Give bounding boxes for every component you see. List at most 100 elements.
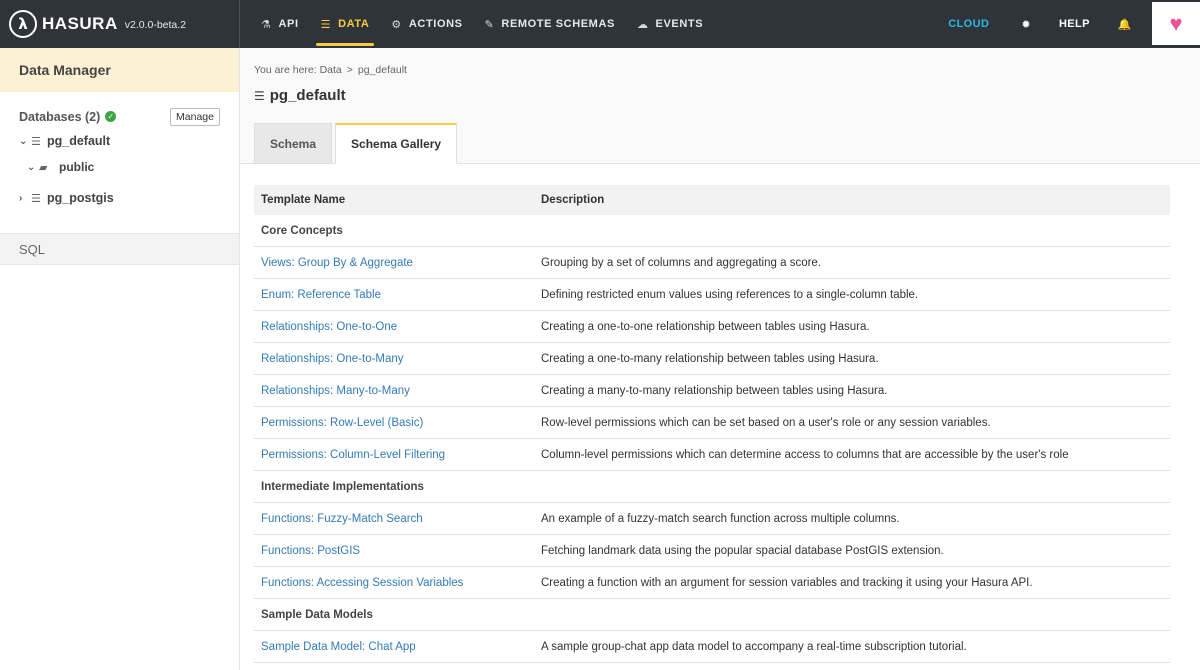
settings-gear-icon[interactable]: ✹ bbox=[1007, 0, 1045, 48]
template-description: Fetching landmark data using the popular… bbox=[541, 544, 944, 557]
column-header-description: Description bbox=[541, 194, 605, 206]
schema-gallery-table: Template Name Description Core Concepts … bbox=[254, 185, 1170, 663]
main-nav: ⚗ API ☰ DATA ⚙ ACTIONS ✎ REMOTE SCHEMAS … bbox=[240, 0, 714, 48]
table-row: Functions: PostGIS Fetching landmark dat… bbox=[254, 535, 1170, 567]
group-header: Sample Data Models bbox=[254, 599, 1170, 631]
template-description: Creating a many-to-many relationship bet… bbox=[541, 384, 888, 397]
sidebar-item-label: public bbox=[59, 160, 95, 174]
nav-actions-label: ACTIONS bbox=[408, 18, 463, 30]
database-icon: ☰ bbox=[31, 192, 41, 205]
breadcrumb-data-link[interactable]: You are here: Data bbox=[254, 64, 342, 76]
nav-api-label: API bbox=[278, 18, 299, 30]
table-row: Relationships: One-to-One Creating a one… bbox=[254, 311, 1170, 343]
check-circle-icon: ✓ bbox=[105, 111, 117, 122]
flask-icon: ⚗ bbox=[261, 18, 272, 31]
top-navbar: λ HASURA v2.0.0-beta.2 ⚗ API ☰ DATA ⚙ AC… bbox=[0, 0, 1200, 48]
breadcrumb: You are here: Data > pg_default bbox=[254, 64, 407, 76]
sidebar-item-sql[interactable]: SQL bbox=[0, 233, 239, 265]
template-link[interactable]: Permissions: Row-Level (Basic) bbox=[254, 417, 541, 429]
breadcrumb-current: pg_default bbox=[357, 64, 407, 76]
template-link[interactable]: Relationships: Many-to-Many bbox=[254, 385, 541, 397]
template-description: A sample group-chat app data model to ac… bbox=[541, 640, 967, 653]
version-label: v2.0.0-beta.2 bbox=[124, 19, 187, 31]
template-link[interactable]: Sample Data Model: Chat App bbox=[254, 641, 541, 653]
nav-events-label: EVENTS bbox=[655, 18, 704, 30]
group-title: Intermediate Implementations bbox=[261, 480, 424, 493]
template-link[interactable]: Functions: Accessing Session Variables bbox=[254, 577, 541, 589]
template-link[interactable]: Enum: Reference Table bbox=[254, 289, 541, 301]
sidebar-item-label: pg_postgis bbox=[47, 191, 114, 205]
database-icon: ☰ bbox=[320, 18, 332, 31]
table-row: Permissions: Row-Level (Basic) Row-level… bbox=[254, 407, 1170, 439]
template-link[interactable]: Relationships: One-to-One bbox=[254, 321, 541, 333]
template-link[interactable]: Functions: PostGIS bbox=[254, 545, 541, 557]
sidebar-item-pg-default[interactable]: ⌄ ☰ pg_default bbox=[0, 128, 239, 154]
tab-schema[interactable]: Schema bbox=[254, 123, 333, 164]
database-icon: ☰ bbox=[31, 135, 41, 148]
table-header: Template Name Description bbox=[254, 185, 1170, 215]
cloud-icon: ☁ bbox=[636, 18, 649, 31]
database-icon: ☰ bbox=[254, 88, 265, 103]
sidebar-item-public[interactable]: ⌄ ▰ public bbox=[0, 154, 239, 180]
page-title-text: pg_default bbox=[269, 87, 346, 104]
nav-remote-schemas-label: REMOTE SCHEMAS bbox=[501, 18, 615, 30]
chevron-down-icon: ⌄ bbox=[19, 135, 28, 147]
group-title: Core Concepts bbox=[261, 224, 343, 237]
nav-data-label: DATA bbox=[338, 18, 370, 30]
nav-actions[interactable]: ⚙ ACTIONS bbox=[380, 0, 473, 48]
template-description: Grouping by a set of columns and aggrega… bbox=[541, 256, 822, 269]
profile-button[interactable]: ♥ bbox=[1152, 2, 1200, 45]
table-row: Views: Group By & Aggregate Grouping by … bbox=[254, 247, 1170, 279]
table-row: Enum: Reference Table Defining restricte… bbox=[254, 279, 1170, 311]
template-link[interactable]: Permissions: Column-Level Filtering bbox=[254, 449, 541, 461]
tab-schema-gallery[interactable]: Schema Gallery bbox=[335, 123, 458, 164]
template-link[interactable]: Functions: Fuzzy-Match Search bbox=[254, 513, 541, 525]
chevron-right-icon: › bbox=[19, 192, 23, 204]
nav-right: CLOUD ✹ HELP 🔔 ♥ bbox=[934, 0, 1200, 48]
nav-events[interactable]: ☁ EVENTS bbox=[626, 0, 714, 48]
brand-name: HASURA bbox=[42, 14, 118, 33]
manage-button[interactable]: Manage bbox=[170, 107, 220, 126]
template-description: Column-level permissions which can deter… bbox=[541, 448, 1069, 461]
table-row: Relationships: One-to-Many Creating a on… bbox=[254, 343, 1170, 375]
page-header: You are here: Data > pg_default ☰ pg_defau… bbox=[240, 48, 1200, 164]
breadcrumb-separator: > bbox=[346, 64, 353, 76]
databases-label: Databases (2) bbox=[19, 109, 101, 124]
table-row: Functions: Accessing Session Variables C… bbox=[254, 567, 1170, 599]
data-manager-header[interactable]: Data Manager bbox=[0, 48, 239, 92]
column-header-template-name: Template Name bbox=[261, 194, 346, 206]
template-description: Creating a function with an argument for… bbox=[541, 576, 1033, 589]
bell-icon[interactable]: 🔔 bbox=[1104, 0, 1146, 48]
template-description: Defining restricted enum values using re… bbox=[541, 288, 919, 301]
group-header: Core Concepts bbox=[254, 215, 1170, 247]
table-row: Sample Data Model: Chat App A sample gro… bbox=[254, 631, 1170, 663]
nav-data[interactable]: ☰ DATA bbox=[310, 0, 381, 48]
nav-remote-schemas[interactable]: ✎ REMOTE SCHEMAS bbox=[474, 0, 626, 48]
nav-api[interactable]: ⚗ API bbox=[250, 0, 310, 48]
table-row: Permissions: Column-Level Filtering Colu… bbox=[254, 439, 1170, 471]
template-link[interactable]: Relationships: One-to-Many bbox=[254, 353, 541, 365]
sidebar: Data Manager Databases (2) ✓ Manage ⌄ ☰ … bbox=[0, 48, 240, 670]
chevron-down-icon: ⌄ bbox=[27, 161, 36, 173]
group-title: Sample Data Models bbox=[261, 608, 373, 621]
main-content: You are here: Data > pg_default ☰ pg_defau… bbox=[240, 48, 1200, 670]
heart-icon: ♥ bbox=[1169, 10, 1183, 36]
page-title: ☰ pg_default bbox=[254, 87, 346, 104]
cogs-icon: ⚙ bbox=[391, 18, 402, 31]
template-description: An example of a fuzzy-match search funct… bbox=[541, 512, 900, 525]
hasura-logo-icon: λ bbox=[9, 10, 37, 38]
databases-row: Databases (2) ✓ Manage bbox=[0, 96, 239, 126]
cloud-link[interactable]: CLOUD bbox=[934, 0, 1007, 48]
template-link[interactable]: Views: Group By & Aggregate bbox=[254, 257, 541, 269]
table-row: Relationships: Many-to-Many Creating a m… bbox=[254, 375, 1170, 407]
sidebar-item-label: pg_default bbox=[47, 134, 111, 148]
tab-bar: Schema Schema Gallery bbox=[254, 123, 460, 164]
help-link[interactable]: HELP bbox=[1045, 0, 1104, 48]
template-description: Creating a one-to-one relationship betwe… bbox=[541, 320, 870, 333]
sidebar-item-pg-postgis[interactable]: › ☰ pg_postgis bbox=[0, 185, 239, 211]
template-description: Row-level permissions which can be set b… bbox=[541, 416, 991, 429]
plug-icon: ✎ bbox=[484, 18, 495, 31]
brand[interactable]: λ HASURA v2.0.0-beta.2 bbox=[0, 0, 240, 48]
template-description: Creating a one-to-many relationship betw… bbox=[541, 352, 879, 365]
group-header: Intermediate Implementations bbox=[254, 471, 1170, 503]
